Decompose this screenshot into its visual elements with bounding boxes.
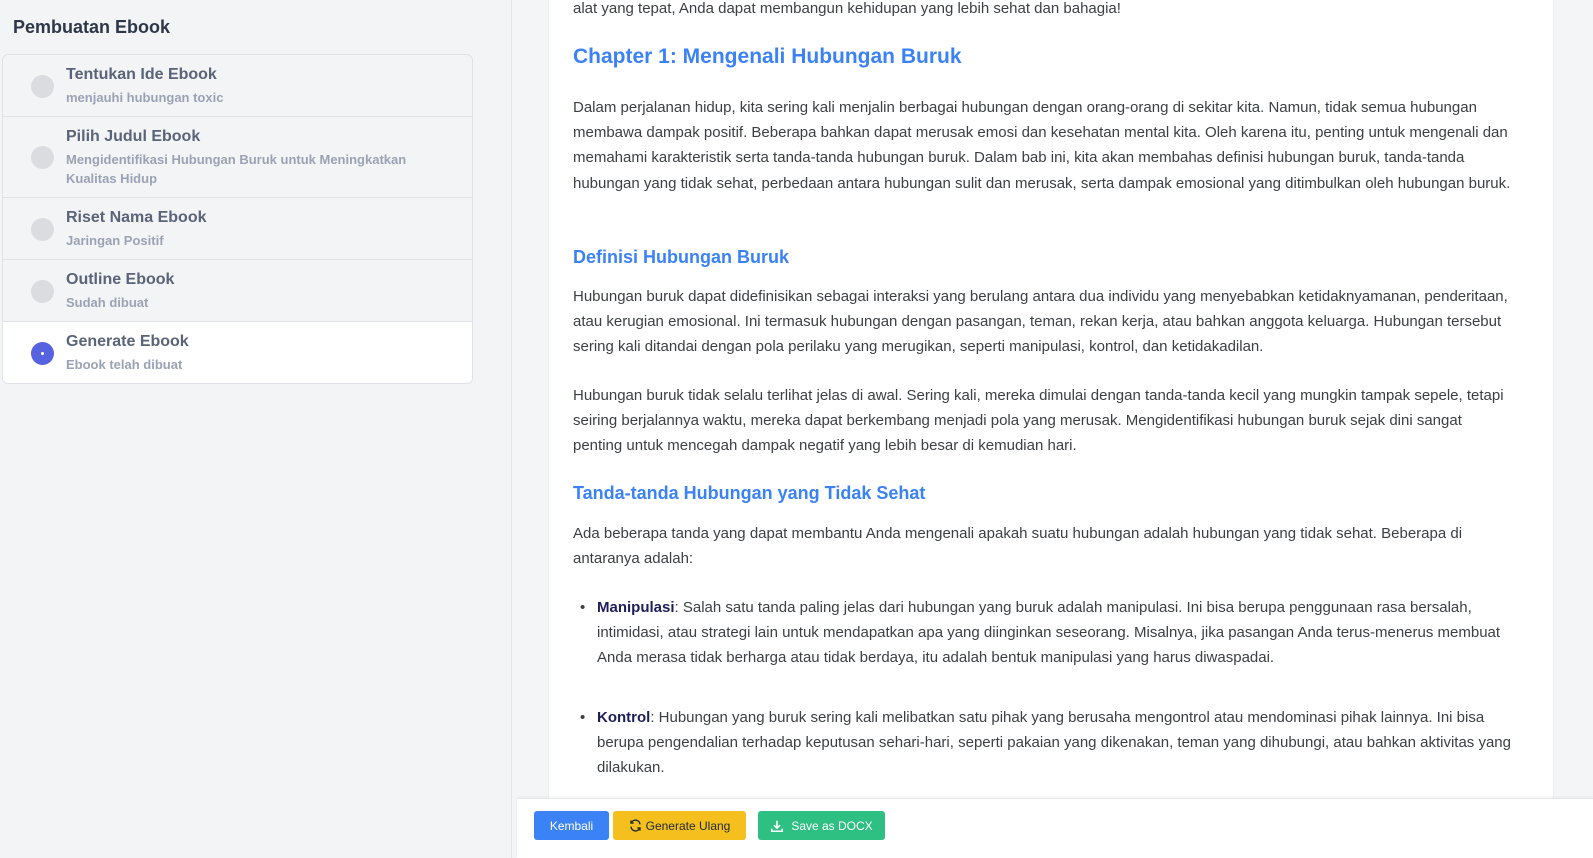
step-subtitle: menjauhi hubungan toxic — [66, 90, 224, 105]
chapter-intro-paragraph: Dalam perjalanan hidup, kita sering kali… — [573, 99, 1511, 192]
step-outline[interactable]: Outline Ebook Sudah dibuat — [3, 260, 472, 322]
back-button-label: Kembali — [549, 818, 594, 833]
bullet-term: Manipulasi — [597, 599, 675, 616]
step-list: Tentukan Ide Ebook menjauhi hubungan tox… — [2, 54, 473, 384]
step-subtitle: Sudah dibuat — [66, 295, 149, 310]
bullet-icon: • — [580, 599, 586, 616]
list-item: • Kontrol: Hubungan yang buruk sering ka… — [580, 705, 1512, 781]
step-title: Riset Nama Ebook — [66, 209, 207, 226]
step-title: Generate Ebook — [66, 333, 189, 350]
step-generate[interactable]: Generate Ebook Ebook telah dibuat — [3, 322, 472, 383]
step-status-icon — [31, 74, 54, 98]
step-status-icon — [31, 146, 54, 169]
step-status-icon — [31, 217, 54, 241]
bullet-icon: • — [580, 709, 586, 726]
step-pilih-judul[interactable]: Pilih Judul Ebook Mengidentifikasi Hubun… — [3, 117, 472, 198]
bullet-text: : Salah satu tanda paling jelas dari hub… — [597, 599, 1501, 667]
ebook-preview[interactable]: alat yang tepat, Anda dapat membangun ke… — [548, 0, 1554, 798]
step-subtitle: Jaringan Positif — [66, 233, 164, 248]
step-riset-nama[interactable]: Riset Nama Ebook Jaringan Positif — [3, 198, 472, 260]
definisi-paragraph-1: Hubungan buruk dapat didefinisikan sebag… — [573, 288, 1508, 356]
regenerate-button-label: Generate Ulang — [645, 818, 731, 833]
step-active-icon — [31, 341, 54, 365]
tanda-paragraph: Ada beberapa tanda yang dapat membantu A… — [573, 525, 1463, 568]
sidebar: Pembuatan Ebook Tentukan Ide Ebook menja… — [0, 0, 512, 858]
definisi-paragraph-2: Hubungan buruk tidak selalu terlihat jel… — [573, 387, 1504, 455]
save-docx-button-label: Save as DOCX — [791, 818, 873, 833]
action-toolbar: Kembali Generate Ulang Save as DOCX — [517, 798, 1593, 858]
bullet-text: : Hubungan yang buruk sering kali meliba… — [597, 709, 1511, 777]
step-subtitle: Ebook telah dibuat — [66, 357, 183, 372]
step-title: Tentukan Ide Ebook — [66, 66, 217, 83]
step-title: Outline Ebook — [66, 271, 175, 288]
download-icon — [771, 820, 784, 832]
section-title-tanda: Tanda-tanda Hubungan yang Tidak Sehat — [573, 483, 926, 503]
bullet-term: Kontrol — [597, 709, 651, 726]
intro-paragraph: alat yang tepat, Anda dapat membangun ke… — [573, 0, 1121, 17]
step-status-icon — [31, 279, 54, 303]
sidebar-title: Pembuatan Ebook — [13, 17, 171, 37]
chapter-title: Chapter 1: Mengenali Hubungan Buruk — [573, 45, 962, 68]
step-title: Pilih Judul Ebook — [66, 128, 201, 145]
refresh-icon — [629, 819, 641, 832]
list-item: • Manipulasi: Salah satu tanda paling je… — [580, 595, 1512, 671]
regenerate-button[interactable]: Generate Ulang — [613, 811, 746, 840]
step-tentukan-ide[interactable]: Tentukan Ide Ebook menjauhi hubungan tox… — [3, 55, 472, 117]
back-button[interactable]: Kembali — [534, 811, 609, 840]
save-docx-button[interactable]: Save as DOCX — [758, 811, 885, 840]
step-subtitle: Mengidentifikasi Hubungan Buruk untuk Me… — [66, 152, 407, 186]
main-content: alat yang tepat, Anda dapat membangun ke… — [512, 0, 1593, 858]
section-title-definisi: Definisi Hubungan Buruk — [573, 247, 789, 267]
